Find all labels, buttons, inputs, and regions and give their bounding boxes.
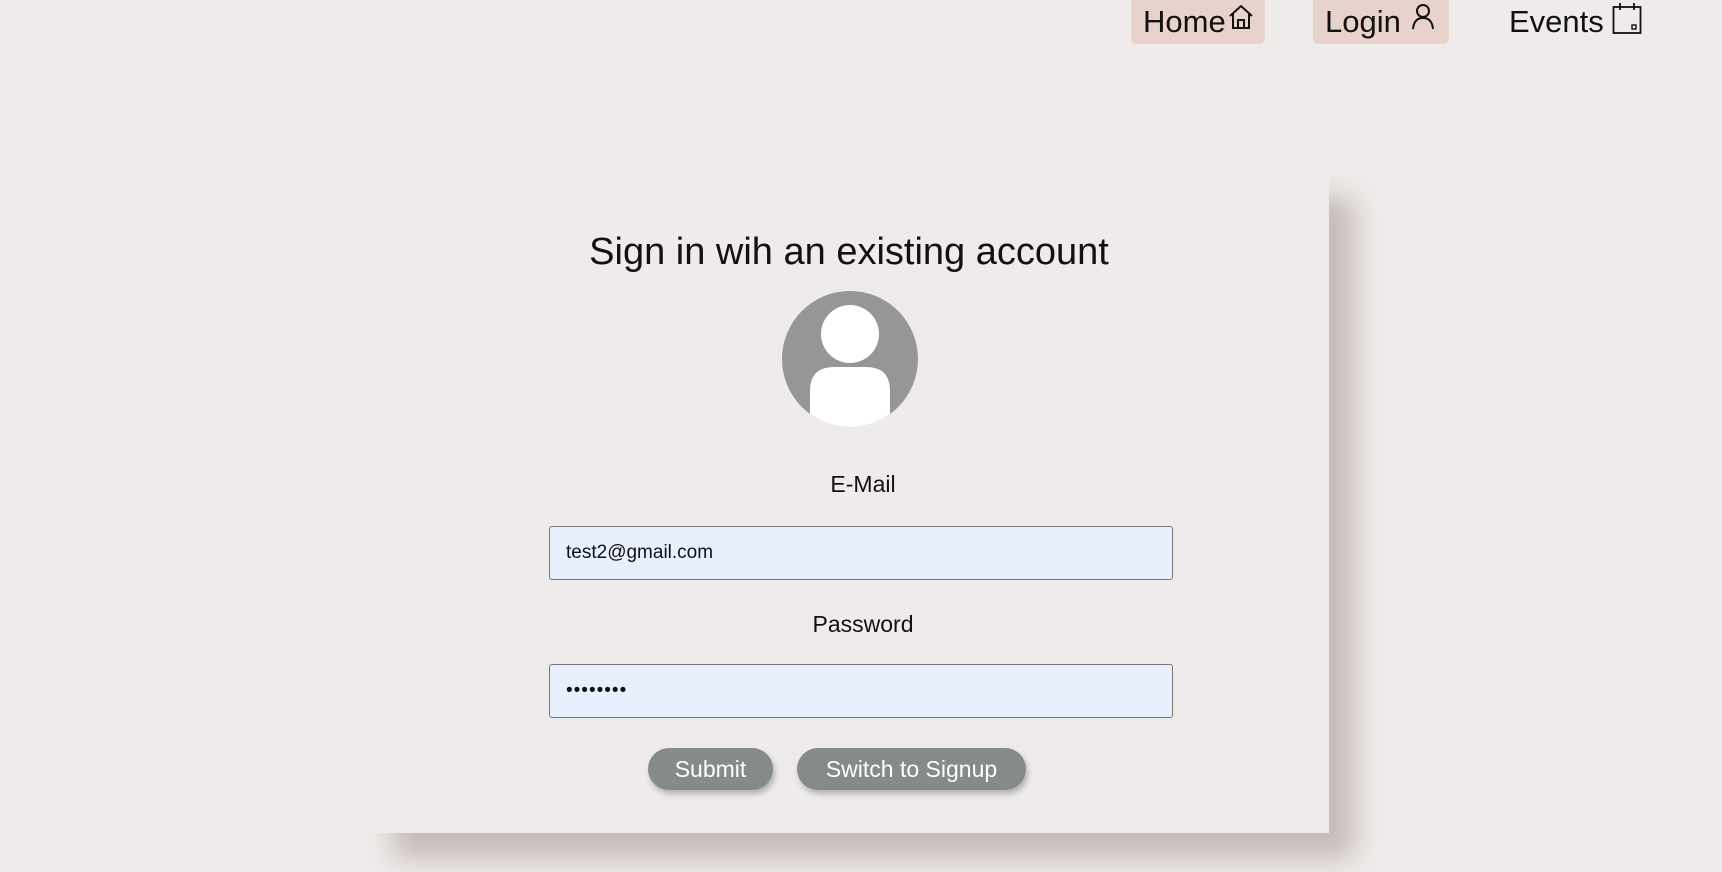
login-card: Sign in wih an existing account E-Mail P… <box>369 173 1329 833</box>
email-label: E-Mail <box>830 471 896 497</box>
top-nav: Home Login Events <box>1131 0 1691 44</box>
nav-home-label: Home <box>1143 4 1226 39</box>
switch-to-signup-button[interactable]: Switch to Signup <box>797 748 1026 790</box>
user-icon <box>1411 3 1435 39</box>
home-icon <box>1228 3 1254 39</box>
password-label: Password <box>812 611 914 637</box>
email-field[interactable] <box>549 526 1173 580</box>
nav-login-label: Login <box>1325 4 1401 39</box>
avatar-icon <box>782 291 918 427</box>
calendar-icon <box>1612 3 1642 43</box>
submit-button[interactable]: Submit <box>648 748 773 790</box>
nav-home-link[interactable]: Home <box>1131 0 1265 44</box>
password-field[interactable] <box>549 664 1173 718</box>
login-title: Sign in wih an existing account <box>589 231 1109 273</box>
nav-events-link[interactable]: Events <box>1509 0 1679 44</box>
nav-login-link[interactable]: Login <box>1313 0 1449 44</box>
nav-events-label: Events <box>1509 4 1604 39</box>
